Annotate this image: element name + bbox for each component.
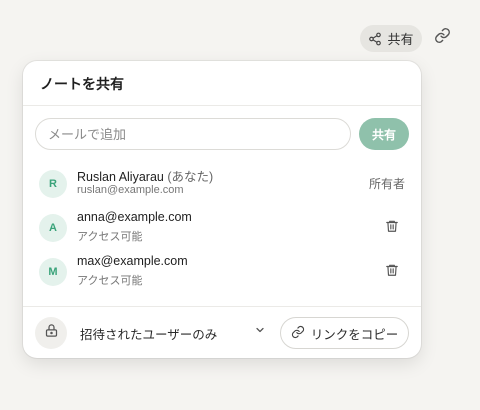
member-name: max@example.com [77, 254, 188, 268]
access-dropdown-toggle[interactable] [253, 325, 267, 339]
trash-icon [385, 263, 399, 282]
link-icon [434, 27, 451, 49]
lock-icon [44, 323, 59, 343]
remove-member-button[interactable] [384, 264, 400, 280]
access-lock-badge [35, 317, 67, 349]
share-button-label: 共有 [387, 32, 414, 47]
member-row: A anna@example.com アクセス可能 [23, 208, 421, 248]
owner-role-label: 所有者 [368, 177, 405, 191]
panel-title: ノートを共有 [40, 76, 124, 92]
member-access: アクセス可能 [77, 231, 143, 243]
copy-link-label: リンクをコピー [310, 327, 399, 342]
member-row-owner: R Ruslan Aliyarau (あなた) ruslan@example.c… [23, 164, 421, 204]
avatar: R [39, 170, 67, 198]
share-note-panel: ノートを共有 共有 R Ruslan Aliyarau (あなた) ruslan… [23, 61, 421, 358]
share-submit-button[interactable]: 共有 [359, 118, 409, 150]
share-icon [368, 32, 382, 46]
avatar: A [39, 214, 67, 242]
you-tag: (あなた) [167, 170, 214, 184]
email-input[interactable] [35, 118, 351, 150]
copy-link-button[interactable]: リンクをコピー [280, 317, 409, 349]
member-name: anna@example.com [77, 210, 192, 224]
member-name: Ruslan Aliyarau (あなた) [77, 166, 213, 185]
member-access: アクセス可能 [77, 275, 143, 287]
member-name-text: Ruslan Aliyarau [77, 170, 164, 184]
avatar: M [39, 258, 67, 286]
chevron-down-icon [254, 323, 266, 341]
copy-link-icon-button[interactable] [430, 26, 454, 50]
link-icon [291, 325, 305, 342]
footer-divider [23, 306, 421, 307]
member-row: M max@example.com アクセス可能 [23, 252, 421, 292]
remove-member-button[interactable] [384, 220, 400, 236]
member-email: ruslan@example.com [77, 184, 184, 196]
trash-icon [385, 219, 399, 238]
share-button[interactable]: 共有 [360, 25, 422, 52]
access-level-select[interactable]: 招待されたユーザーのみ [80, 324, 217, 343]
header-divider [23, 105, 421, 106]
